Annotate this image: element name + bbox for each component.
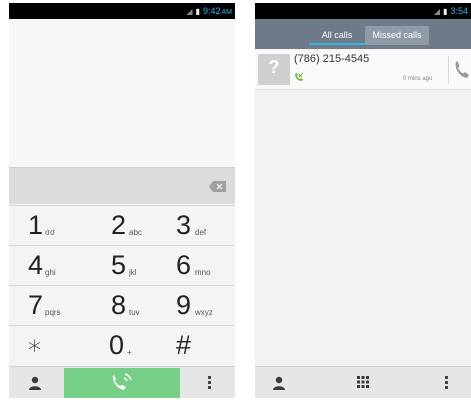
caller-number: (786) 215-4545 [294,53,370,65]
key-3[interactable]: 3 def [159,206,234,246]
tab-missed-calls[interactable]: Missed calls [365,26,429,45]
dialpad-button[interactable] [338,367,388,398]
key-1[interactable]: 1 σσ [9,206,84,246]
tab-all-calls[interactable]: All calls [309,26,365,45]
phone-icon [455,61,469,78]
backspace-icon[interactable] [209,181,226,192]
call-time-ago: 0 mins ago [403,76,433,82]
call-button[interactable] [64,368,180,398]
key-digit: 5 [111,250,127,280]
person-icon [29,376,41,390]
call-log-action-bar [255,366,471,398]
call-log-screen: ◢ ▮ 3:54 All calls Missed calls ? (786) 21… [255,3,471,398]
unknown-contact-icon: ? [268,57,280,77]
key-digit: 8 [111,290,127,320]
key-letters: pqrs [45,308,61,317]
call-log-entry[interactable]: ? (786) 215-4545 0 mins ago [255,50,471,90]
key-letters: tuv [129,308,140,317]
overflow-menu-icon [445,376,448,391]
key-digit: # [176,330,192,360]
key-hash[interactable]: # [159,326,234,366]
keypad-row: 4 ghi 5 jkl 6 mno [9,245,235,285]
key-digit: 0 [109,330,125,360]
call-log-tabs: All calls Missed calls [255,19,471,49]
battery-icon: ▮ [443,7,448,16]
key-8[interactable]: 8 tuv [84,286,159,326]
key-letters: jkl [129,268,137,277]
dialpad-icon [357,376,369,388]
key-digit: 4 [28,250,44,280]
key-digit: 1 [28,210,44,240]
avatar[interactable]: ? [258,54,290,85]
key-letters: abc [129,228,142,237]
callback-button[interactable] [452,60,470,80]
key-letters: def [195,228,207,237]
key-9[interactable]: 9 wxyz [159,286,234,326]
person-icon [273,376,285,390]
key-letters: + [127,348,132,357]
key-7[interactable]: 7 pqrs [9,286,84,326]
dial-display-area [9,19,235,167]
overflow-menu-icon [208,376,211,391]
status-ampm: AM [221,9,233,16]
dialer-action-bar [9,366,235,398]
status-bar: ◢ ▮ 9:42AM [9,3,235,19]
overflow-menu-button[interactable] [183,367,235,398]
status-bar: ◢ ▮ 3:54 [255,3,471,19]
status-time: 9:42 [202,6,221,16]
key-letters: mno [195,268,211,277]
phone-call-icon [112,373,132,390]
row-divider [448,56,449,84]
battery-icon: ▮ [195,7,200,16]
keypad-row: ∗ 0 + # [9,325,235,365]
dialer-screen: ◢ ▮ 9:42AM 1 σσ 2 abc 3 def 4 ghi 5 jkl … [9,3,235,398]
key-digit: 7 [28,290,44,320]
incoming-call-icon [295,72,304,81]
key-6[interactable]: 6 mno [159,246,234,286]
key-letters: ghi [45,268,56,277]
keypad-row: 7 pqrs 8 tuv 9 wxyz [9,285,235,325]
key-digit: ∗ [26,330,43,360]
signal-icon: ◢ [433,7,441,16]
key-digit: 9 [176,290,192,320]
status-time: 3:54 [450,6,468,16]
signal-icon: ◢ [186,7,193,16]
overflow-menu-button[interactable] [421,367,471,398]
voicemail-icon: σσ [45,228,55,237]
call-log-list-empty [255,91,471,366]
key-2[interactable]: 2 abc [84,206,159,246]
key-digit: 6 [176,250,192,280]
key-star[interactable]: ∗ [9,326,84,366]
key-letters: wxyz [195,308,213,317]
key-digit: 2 [111,210,127,240]
key-0[interactable]: 0 + [84,326,159,366]
contacts-button[interactable] [255,367,305,398]
digits-field[interactable] [9,167,235,204]
key-4[interactable]: 4 ghi [9,246,84,286]
contacts-button[interactable] [9,367,61,398]
key-digit: 3 [176,210,192,240]
key-5[interactable]: 5 jkl [84,246,159,286]
keypad-row: 1 σσ 2 abc 3 def [9,205,235,245]
dialpad: 1 σσ 2 abc 3 def 4 ghi 5 jkl 6 mno 7 pqr… [9,205,235,366]
